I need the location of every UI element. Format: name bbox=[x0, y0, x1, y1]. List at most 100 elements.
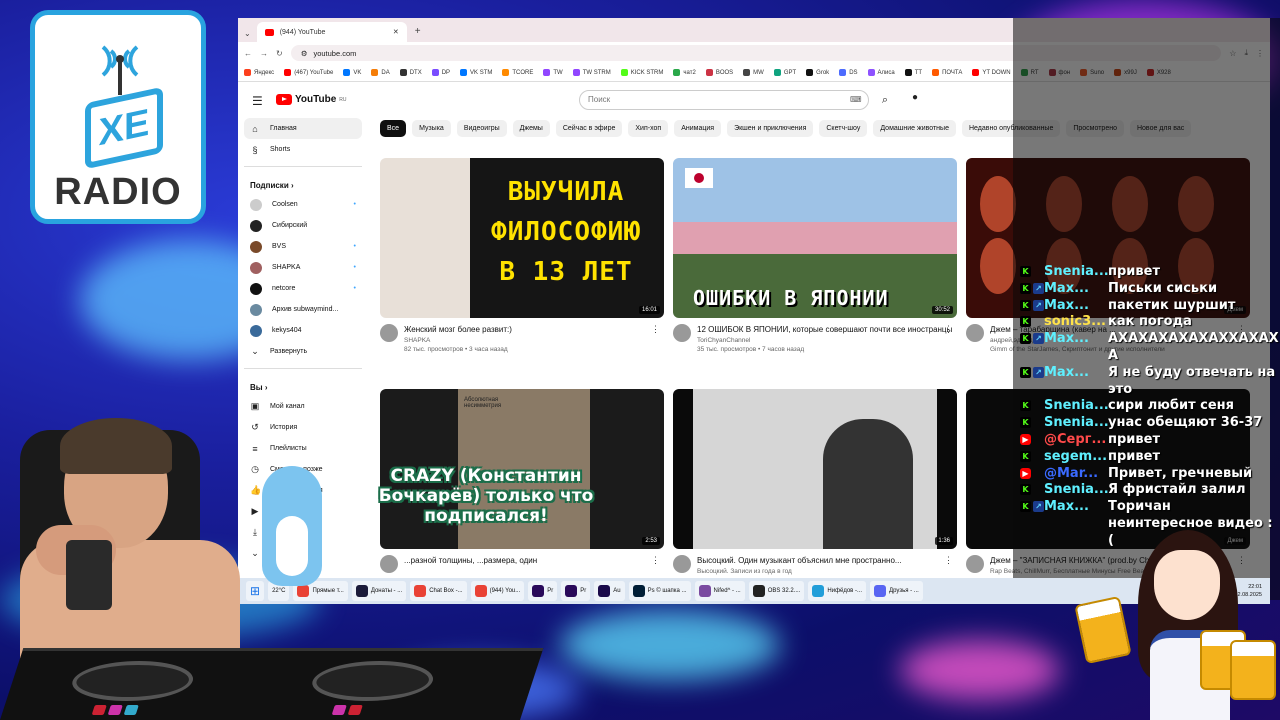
close-tab-icon[interactable]: ✕ bbox=[393, 28, 399, 36]
channel-name[interactable]: SHAPKA bbox=[404, 337, 512, 344]
subscription-item[interactable]: kekys404 bbox=[244, 320, 362, 341]
bookmark-item[interactable]: BOOS bbox=[705, 69, 733, 76]
taskbar-app[interactable]: Ps © шапка ... bbox=[628, 581, 691, 601]
subscription-item[interactable]: Архив subwaymind... bbox=[244, 299, 362, 320]
taskbar-app[interactable]: Друзья - ... bbox=[870, 581, 923, 601]
subscription-item[interactable]: BVS • bbox=[244, 236, 362, 257]
sidebar-item-0[interactable]: ⌂ Главная bbox=[244, 118, 362, 139]
chip-9[interactable]: Домашние животные bbox=[873, 120, 956, 137]
video-card[interactable]: ВЫУЧИЛА ФИЛОСОФИЮ В 13 ЛЕТ 16:01 Женский м… bbox=[380, 158, 664, 353]
chip-4[interactable]: Сейчас в эфире bbox=[555, 120, 623, 137]
channel-avatar[interactable] bbox=[673, 555, 691, 573]
bookmark-label: TCORE bbox=[512, 69, 534, 76]
bookmark-item[interactable]: DS bbox=[839, 69, 858, 76]
chip-3[interactable]: Джемы bbox=[512, 120, 550, 137]
more-options-icon[interactable]: ⋮ bbox=[651, 324, 660, 335]
video-thumbnail[interactable]: 1:36 bbox=[673, 389, 957, 549]
reload-icon[interactable]: ↻ bbox=[276, 49, 283, 58]
bookmark-item[interactable]: TW STRM bbox=[572, 69, 611, 76]
subscription-item[interactable]: Сибирский bbox=[244, 215, 362, 236]
chip-5[interactable]: Хип-хоп bbox=[628, 120, 669, 137]
bookmark-item[interactable]: VK STM bbox=[460, 69, 492, 76]
hamburger-icon[interactable]: ☰ bbox=[252, 94, 263, 108]
you-item-2[interactable]: ≡ Плейлисты bbox=[244, 438, 362, 459]
channel-avatar[interactable] bbox=[966, 555, 984, 573]
video-thumbnail[interactable]: ВЫУЧИЛА ФИЛОСОФИЮ В 13 ЛЕТ 16:01 bbox=[380, 158, 664, 318]
taskbar-app[interactable]: Chat Box -... bbox=[410, 581, 467, 601]
start-button[interactable]: ⊞ bbox=[246, 581, 265, 601]
you-header[interactable]: Вы › bbox=[244, 375, 362, 396]
bookmark-item[interactable]: MW bbox=[743, 69, 764, 76]
tab-youtube[interactable]: (944) YouTube ✕ bbox=[256, 22, 407, 42]
video-thumbnail[interactable]: ОШИБКИ В ЯПОНИИ 30:52 bbox=[673, 158, 957, 318]
chip-0[interactable]: Все bbox=[380, 120, 407, 137]
chip-6[interactable]: Анимация bbox=[674, 120, 722, 137]
search-input[interactable]: Поиск bbox=[579, 90, 869, 110]
video-card[interactable]: ОШИБКИ В ЯПОНИИ 30:52 12 ОШИБОК В ЯПОНИИ, … bbox=[673, 158, 957, 353]
channel-name[interactable]: Высоцкий. Записи из года в год bbox=[697, 568, 902, 575]
forward-icon[interactable]: → bbox=[260, 49, 268, 58]
channel-name[interactable]: ToriChyanChannel bbox=[697, 337, 952, 344]
new-tab-button[interactable]: + bbox=[407, 22, 429, 42]
search-button[interactable]: ⌕ bbox=[870, 90, 900, 110]
taskbar-app[interactable]: Pr bbox=[561, 581, 591, 601]
video-card[interactable]: 1:36 Высоцкий. Один музыкант объяснил мне… bbox=[673, 389, 957, 577]
subscription-item[interactable]: netcore • bbox=[244, 278, 362, 299]
taskbar-app[interactable]: OBS 32.2.... bbox=[748, 581, 805, 601]
more-options-icon[interactable]: ⋮ bbox=[651, 555, 660, 566]
tab-list-icon[interactable]: ⌄ bbox=[244, 29, 257, 42]
taskbar-app[interactable]: Нифёдов -... bbox=[808, 581, 867, 601]
subscription-item[interactable]: Coolsen • bbox=[244, 194, 362, 215]
bookmark-item[interactable]: YT DOWN bbox=[972, 69, 1011, 76]
more-options-icon[interactable]: ⋮ bbox=[944, 555, 953, 566]
bookmark-item[interactable]: DP bbox=[431, 69, 450, 76]
mic-icon[interactable]: ● bbox=[912, 92, 918, 103]
bookmark-item[interactable]: KICK STRM bbox=[620, 69, 663, 76]
bookmark-item[interactable]: DA bbox=[371, 69, 390, 76]
bookmark-item[interactable]: TT bbox=[904, 69, 922, 76]
bookmark-item[interactable]: чат2 bbox=[673, 69, 696, 76]
channel-avatar[interactable] bbox=[380, 555, 398, 573]
bookmark-favicon-icon bbox=[839, 69, 847, 76]
subscriptions-header[interactable]: Подписки › bbox=[244, 173, 362, 194]
more-options-icon[interactable]: ⋮ bbox=[944, 324, 953, 335]
bookmark-item[interactable]: TW bbox=[543, 69, 563, 76]
bookmark-item[interactable]: Алиса bbox=[867, 69, 895, 76]
bookmark-item[interactable]: (467) YouTube bbox=[284, 69, 333, 76]
video-title[interactable]: ...разной толщины, ...размера, один bbox=[404, 555, 537, 566]
bookmark-item[interactable]: DTX bbox=[399, 69, 422, 76]
subscription-item[interactable]: SHAPKA • bbox=[244, 257, 362, 278]
video-title[interactable]: Женский мозг более развит:) bbox=[404, 324, 512, 335]
chat-username: Max... bbox=[1044, 280, 1089, 296]
chip-1[interactable]: Музыка bbox=[412, 120, 451, 137]
bookmark-item[interactable]: ПОЧТА bbox=[932, 69, 962, 76]
taskbar-app[interactable]: Nifed^ - ... bbox=[694, 581, 745, 601]
video-info: ...разной толщины, ...размера, один bbox=[404, 555, 537, 573]
youtube-logo[interactable]: YouTube RU bbox=[276, 94, 347, 105]
site-info-icon[interactable]: ⚙ bbox=[301, 49, 308, 58]
thumbnail-text: ВЫУЧИЛА ФИЛОСОФИЮ В 13 ЛЕТ bbox=[491, 177, 641, 287]
keyboard-icon[interactable]: ⌨ bbox=[850, 95, 862, 104]
bookmark-item[interactable]: VK bbox=[343, 69, 361, 76]
bookmark-item[interactable]: Яндекс bbox=[244, 69, 274, 76]
bookmark-item[interactable]: TCORE bbox=[502, 69, 533, 76]
chip-2[interactable]: Видеоигры bbox=[456, 120, 507, 137]
bookmark-item[interactable]: Grok bbox=[806, 69, 829, 76]
back-icon[interactable]: ← bbox=[244, 49, 252, 58]
taskbar-app[interactable]: (944) You... bbox=[470, 581, 525, 601]
video-title[interactable]: Высоцкий. Один музыкант объяснил мне про… bbox=[697, 555, 902, 566]
chip-7[interactable]: Экшен и приключения bbox=[727, 120, 814, 137]
taskbar-app[interactable]: Pr bbox=[528, 581, 558, 601]
you-item-0[interactable]: ▣ Мой канал bbox=[244, 396, 362, 417]
channel-avatar[interactable] bbox=[966, 324, 984, 342]
you-item-1[interactable]: ↺ История bbox=[244, 417, 362, 438]
taskbar-app[interactable]: Au bbox=[594, 581, 625, 601]
channel-avatar[interactable] bbox=[673, 324, 691, 342]
channel-avatar[interactable] bbox=[380, 324, 398, 342]
bookmark-item[interactable]: GPT bbox=[773, 69, 796, 76]
expand-subscriptions[interactable]: ⌄ Развернуть bbox=[244, 341, 362, 362]
video-title[interactable]: 12 ОШИБОК В ЯПОНИИ, которые совершают по… bbox=[697, 324, 952, 335]
sidebar-item-1[interactable]: § Shorts bbox=[244, 139, 362, 160]
taskbar-app[interactable]: Донаты - ... bbox=[351, 581, 407, 601]
chip-8[interactable]: Скетч-шоу bbox=[819, 120, 868, 137]
